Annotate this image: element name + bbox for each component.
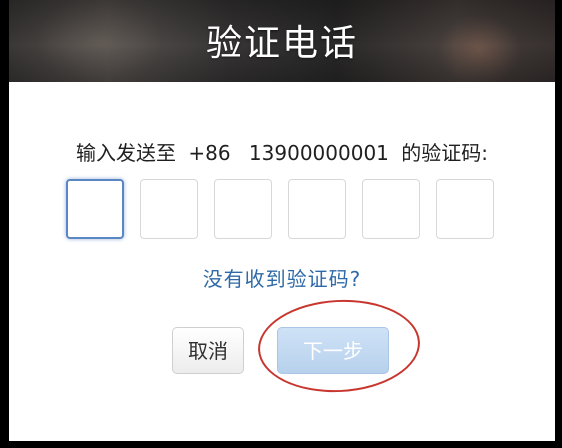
prompt-suffix: 的验证码: bbox=[401, 141, 489, 165]
code-digit-1[interactable] bbox=[66, 179, 124, 239]
code-digit-5[interactable] bbox=[362, 179, 420, 239]
dialog-title: 验证电话 bbox=[205, 23, 358, 64]
verify-phone-dialog: 验证电话 输入发送至 +86 13900000001 的验证码: 没有收到验证码… bbox=[9, 0, 555, 441]
cancel-button[interactable]: 取消 bbox=[172, 327, 244, 374]
code-digit-6[interactable] bbox=[436, 179, 494, 239]
code-prompt: 输入发送至 +86 13900000001 的验证码: bbox=[9, 137, 555, 166]
code-digit-2[interactable] bbox=[140, 179, 198, 239]
screen-frame: 验证电话 输入发送至 +86 13900000001 的验证码: 没有收到验证码… bbox=[0, 0, 562, 448]
dialog-header: 验证电话 bbox=[9, 0, 555, 82]
code-digit-4[interactable] bbox=[288, 179, 346, 239]
phone-number: 13900000001 bbox=[248, 141, 389, 165]
code-input-group bbox=[66, 179, 498, 241]
code-digit-3[interactable] bbox=[214, 179, 272, 239]
resend-code-link[interactable]: 没有收到验证码? bbox=[9, 263, 555, 292]
country-code: +86 bbox=[188, 141, 231, 165]
next-step-button[interactable]: 下一步 bbox=[277, 327, 389, 374]
prompt-prefix: 输入发送至 bbox=[75, 141, 176, 165]
